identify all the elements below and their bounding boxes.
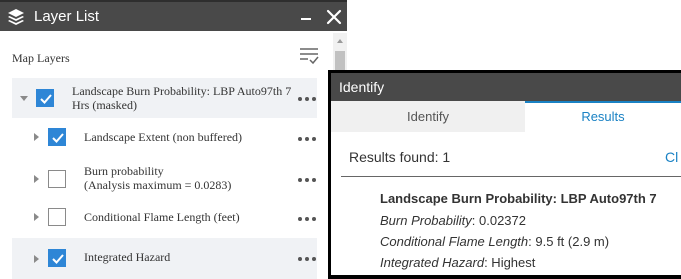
- layer-label[interactable]: Integrated Hazard: [84, 250, 170, 264]
- expand-arrow-icon[interactable]: [34, 175, 39, 183]
- expand-arrow-icon[interactable]: [34, 255, 39, 263]
- layer-label[interactable]: Burn probability: [84, 164, 164, 178]
- field-value: : 9.5 ft (2.9 m): [528, 234, 610, 249]
- field-value: : 0.02372: [471, 213, 526, 228]
- map-layers-label: Map Layers: [12, 51, 70, 65]
- layer-row-landscape-extent[interactable]: Landscape Extent (non buffered): [12, 118, 317, 156]
- layer-list-header: Layer List: [0, 0, 347, 31]
- field-name: Integrated Hazard: [380, 255, 485, 270]
- result-field-burn-probability: Burn Probability: 0.02372: [380, 213, 526, 228]
- results-count: Results found: 1: [349, 149, 451, 165]
- identify-title: Identify: [339, 79, 385, 95]
- layer-checkbox[interactable]: [48, 128, 66, 146]
- layer-checkbox[interactable]: [36, 89, 54, 107]
- expand-arrow-icon[interactable]: [34, 133, 39, 141]
- minimize-icon[interactable]: [297, 7, 315, 27]
- tab-results[interactable]: Results: [525, 101, 681, 132]
- results-divider: [341, 176, 681, 177]
- layer-label[interactable]: Conditional Flame Length (feet): [84, 210, 240, 224]
- field-name: Conditional Flame Length: [380, 234, 529, 249]
- layers-icon: [7, 8, 25, 26]
- layer-label[interactable]: Landscape Burn Probability: LBP Auto97th…: [72, 84, 291, 98]
- more-options-icon[interactable]: [298, 214, 318, 224]
- layer-label-line2[interactable]: (Analysis maximum = 0.0283): [84, 178, 231, 192]
- layer-row-integrated-hazard[interactable]: Integrated Hazard: [12, 238, 317, 279]
- close-icon[interactable]: [324, 7, 344, 27]
- field-value: : Highest: [484, 255, 536, 270]
- identify-panel: Identify Identify Results Results found:…: [328, 70, 681, 279]
- more-options-icon[interactable]: [298, 254, 318, 264]
- layer-checkbox[interactable]: [48, 170, 66, 188]
- more-options-icon[interactable]: [298, 134, 318, 144]
- identify-content: Identify Identify Results Results found:…: [331, 73, 681, 275]
- more-options-icon[interactable]: [298, 94, 318, 104]
- field-name: Burn Probability: [380, 213, 472, 228]
- scroll-up-arrow-icon[interactable]: [337, 39, 343, 43]
- expand-arrow-icon[interactable]: [34, 213, 39, 221]
- result-layer-title[interactable]: Landscape Burn Probability: LBP Auto97th…: [380, 191, 657, 206]
- layer-row-landscape-burn-probability[interactable]: Landscape Burn Probability: LBP Auto97th…: [12, 78, 317, 118]
- layer-row-burn-probability[interactable]: Burn probability (Analysis maximum = 0.0…: [12, 157, 317, 198]
- tab-identify[interactable]: Identify: [331, 101, 525, 132]
- result-field-integrated-hazard: Integrated Hazard: Highest: [380, 255, 535, 270]
- layer-list-panel: Layer List Map Layers Landscape Burn Pro…: [0, 0, 347, 279]
- identify-header: Identify: [331, 73, 681, 101]
- more-options-icon[interactable]: [298, 175, 318, 185]
- layer-checkbox[interactable]: [48, 208, 66, 226]
- layer-label-line2[interactable]: Hrs (masked): [72, 98, 137, 112]
- layer-list-title: Layer List: [34, 8, 100, 25]
- identify-tab-bar: Identify Results: [331, 101, 681, 132]
- layer-label[interactable]: Landscape Extent (non buffered): [84, 130, 242, 144]
- layer-row-conditional-flame-length[interactable]: Conditional Flame Length (feet): [12, 198, 317, 237]
- expand-arrow-icon[interactable]: [20, 96, 28, 101]
- layer-checkbox[interactable]: [48, 249, 66, 267]
- result-field-conditional-flame-length: Conditional Flame Length: 9.5 ft (2.9 m): [380, 234, 609, 249]
- list-options-icon[interactable]: [298, 46, 320, 66]
- clear-results-link[interactable]: Cl: [665, 149, 678, 165]
